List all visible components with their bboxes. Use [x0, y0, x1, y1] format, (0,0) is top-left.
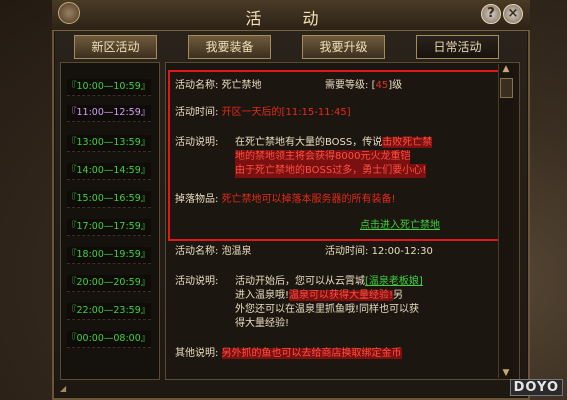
watermark-logo: DOYO — [509, 379, 563, 396]
event2-name-row: 活动名称: 泡温泉 — [175, 245, 252, 259]
tab-bar: 新区活动 我要装备 我要升级 日常活动 — [52, 32, 530, 60]
event2-desc-line3: 外您还可以在温泉里抓鱼哦!同样也可以获 — [235, 304, 420, 315]
time-slot-item[interactable]: 『10:00—10:59』 — [67, 79, 151, 96]
event2-name-label: 活动名称: — [175, 246, 219, 257]
event2-desc-line2c: 另 — [393, 290, 404, 301]
event2-time-row: 活动时间: 12:00-12:30 — [325, 245, 433, 259]
scrollbar[interactable]: ▲ ▼ — [498, 64, 513, 378]
corner-ornament-icon — [58, 2, 80, 24]
event2-npc-link[interactable]: [温泉老板娘] — [365, 276, 423, 287]
time-slot-item[interactable]: 『20:00—20:59』 — [67, 275, 151, 292]
title-bar[interactable]: 活 动 — [52, 0, 530, 31]
tab-daily[interactable]: 日常活动 — [416, 35, 499, 59]
event2-other: 另外抓的鱼也可以去给商店换取绑定金币 — [221, 348, 402, 359]
scroll-up-icon[interactable]: ▲ — [500, 64, 512, 74]
tab-equipment[interactable]: 我要装备 — [188, 35, 271, 59]
scroll-down-icon[interactable]: ▼ — [500, 368, 512, 378]
time-slot-item[interactable]: 『13:00—13:59』 — [67, 135, 151, 152]
tab-new-server[interactable]: 新区活动 — [74, 35, 157, 59]
event2-other-label: 其他说明: — [175, 348, 219, 359]
time-slot-item[interactable]: 『00:00—08:00』 — [67, 331, 151, 348]
event2-desc-label: 活动说明: — [175, 276, 219, 287]
time-slot-item[interactable]: 『15:00—16:59』 — [67, 191, 151, 208]
time-slot-list: 『10:00—10:59』 『11:00—12:59』 『13:00—13:59… — [60, 62, 160, 380]
event2-desc-line4: 得大量经验! — [235, 318, 290, 329]
event2-other-row: 其他说明: 另外抓的鱼也可以去给商店换取绑定金币 — [175, 347, 402, 361]
resize-handle-icon[interactable]: ◢ — [60, 384, 70, 394]
help-button[interactable]: ? — [481, 4, 501, 24]
event2-time-label: 活动时间: — [325, 246, 369, 257]
event2-desc-line2a: 进入温泉哦! — [235, 290, 290, 301]
event2-desc-line1: 活动开始后，您可以从云霄城[温泉老板娘] — [235, 275, 423, 289]
event2-time: 12:00-12:30 — [371, 246, 433, 257]
window-title: 活 动 — [245, 9, 337, 28]
scroll-thumb[interactable] — [500, 78, 513, 98]
time-slot-item[interactable]: 『22:00—23:59』 — [67, 303, 151, 320]
tab-level-up[interactable]: 我要升级 — [302, 35, 385, 59]
time-slot-item[interactable]: 『14:00—14:59』 — [67, 163, 151, 180]
highlight-box — [168, 70, 505, 241]
event2-desc-line1a: 活动开始后，您可以从云霄城 — [235, 276, 365, 287]
event2-desc-line2: 进入温泉哦!温泉可以获得大量经验!另 — [235, 289, 403, 303]
time-slot-item[interactable]: 『18:00—19:59』 — [67, 247, 151, 264]
time-slot-item[interactable]: 『11:00—12:59』 — [67, 105, 151, 122]
time-slot-item[interactable]: 『17:00—17:59』 — [67, 219, 151, 236]
event2-desc-line2b: 温泉可以获得大量经验! — [289, 290, 394, 301]
close-button[interactable]: × — [503, 4, 523, 24]
event2-name: 泡温泉 — [221, 246, 252, 257]
